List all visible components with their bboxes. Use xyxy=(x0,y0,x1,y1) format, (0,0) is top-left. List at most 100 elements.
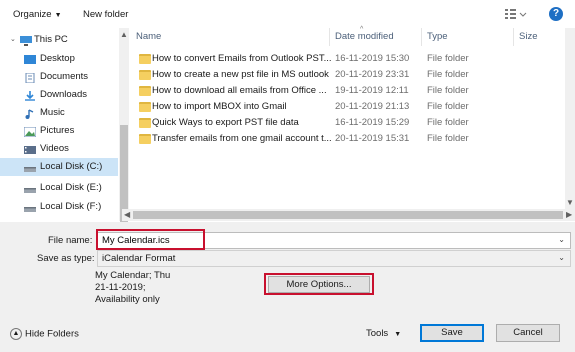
save-as-type-select[interactable]: iCalendar Format ⌄ xyxy=(97,250,571,267)
nav-item-pictures[interactable]: Pictures xyxy=(0,122,118,140)
file-row[interactable]: How to convert Emails from Outlook PST..… xyxy=(131,51,563,67)
chevron-down-icon: ▼ xyxy=(54,12,62,19)
help-icon[interactable]: ? xyxy=(549,7,563,21)
scroll-right-icon[interactable]: ▶ xyxy=(566,210,572,219)
nav-item-local-disk-e[interactable]: Local Disk (E:) xyxy=(0,179,118,197)
chevron-down-icon[interactable]: ⌄ xyxy=(558,235,565,244)
scroll-left-icon[interactable]: ◀ xyxy=(124,210,130,219)
save-as-type-value: iCalendar Format xyxy=(102,253,176,264)
organize-button[interactable]: Organize ▼ xyxy=(13,9,62,20)
chevron-down-icon: ▼ xyxy=(394,331,402,338)
highlight-box xyxy=(96,229,205,250)
file-date: 20-11-2019 23:31 xyxy=(335,69,410,80)
file-row[interactable]: How to download all emails from Office .… xyxy=(131,83,563,99)
nav-item-label: Local Disk (F:) xyxy=(40,201,102,212)
file-name: How to convert Emails from Outlook PST..… xyxy=(152,53,332,64)
file-list-horizontal-scrollbar[interactable]: ◀ ▶ xyxy=(122,209,575,221)
new-folder-button[interactable]: New folder xyxy=(83,9,128,20)
file-row[interactable]: How to create a new pst file in MS outlo… xyxy=(131,67,563,83)
cancel-button[interactable]: Cancel xyxy=(496,324,560,342)
folder-icon xyxy=(139,70,151,80)
drive-icon xyxy=(24,202,36,212)
column-header-type[interactable]: Type xyxy=(422,28,514,46)
drive-icon xyxy=(24,162,36,172)
column-header-name[interactable]: Name xyxy=(131,28,330,46)
documents-icon xyxy=(24,72,36,84)
nav-item-desktop[interactable]: Desktop xyxy=(0,50,118,68)
folder-icon xyxy=(139,86,151,96)
nav-item-downloads[interactable]: Downloads xyxy=(0,86,118,104)
file-list: ^ Name Date modified Type Size How to co… xyxy=(131,26,575,209)
file-name: How to download all emails from Office .… xyxy=(152,85,327,96)
file-date: 16-11-2019 15:29 xyxy=(335,117,410,128)
nav-item-videos[interactable]: Videos xyxy=(0,140,118,158)
downloads-icon xyxy=(24,90,36,101)
file-type: File folder xyxy=(427,85,469,96)
tools-label: Tools xyxy=(366,328,389,339)
scroll-up-icon[interactable]: ▲ xyxy=(120,30,128,39)
nav-item-local-disk-c[interactable]: Local Disk (C:) xyxy=(0,158,118,176)
chevron-down-icon[interactable]: ⌄ xyxy=(10,31,16,49)
save-button[interactable]: Save xyxy=(420,324,484,342)
pc-icon xyxy=(20,35,32,46)
file-row[interactable]: How to import MBOX into Gmail 20-11-2019… xyxy=(131,99,563,115)
column-header-date-modified[interactable]: Date modified xyxy=(330,28,422,46)
nav-item-label: Local Disk (C:) xyxy=(40,161,103,172)
view-options-icon[interactable] xyxy=(505,7,527,21)
highlight-box xyxy=(264,273,374,295)
column-header-size[interactable]: Size xyxy=(514,28,564,46)
hide-folders-label: Hide Folders xyxy=(25,328,79,340)
file-name: Transfer emails from one gmail account t… xyxy=(152,133,332,144)
nav-item-label: Documents xyxy=(40,71,89,82)
nav-item-documents[interactable]: Documents xyxy=(0,68,118,86)
toolbar: Organize ▼ New folder ? xyxy=(0,0,575,28)
file-row[interactable]: Transfer emails from one gmail account t… xyxy=(131,131,563,147)
folder-icon xyxy=(139,54,151,64)
pictures-icon xyxy=(23,126,37,138)
file-date: 20-11-2019 15:31 xyxy=(335,133,410,144)
file-date: 20-11-2019 21:13 xyxy=(335,101,410,112)
horizontal-scroll-thumb[interactable] xyxy=(133,211,563,219)
nav-item-label: Local Disk (E:) xyxy=(40,182,102,193)
navigation-pane: ⌄ This PC Desktop Documents Downloads Mu… xyxy=(0,28,118,221)
file-type: File folder xyxy=(427,69,469,80)
save-as-type-label: Save as type: xyxy=(37,253,95,264)
desktop-icon xyxy=(24,54,36,64)
nav-item-label: Desktop xyxy=(40,53,75,64)
tools-button[interactable]: Tools ▼ xyxy=(366,328,401,339)
nav-item-local-disk-f[interactable]: Local Disk (F:) xyxy=(0,198,118,216)
file-type: File folder xyxy=(427,117,469,128)
nav-item-label: Music xyxy=(40,107,65,118)
chevron-down-icon[interactable]: ⌄ xyxy=(558,253,565,262)
nav-item-label: This PC xyxy=(34,34,68,45)
folder-icon xyxy=(139,102,151,112)
nav-item-music[interactable]: Music xyxy=(0,104,118,122)
drive-icon xyxy=(24,183,36,193)
file-date: 16-11-2019 15:30 xyxy=(335,53,410,64)
scroll-down-icon[interactable]: ▼ xyxy=(566,198,574,207)
organize-label: Organize xyxy=(13,9,52,20)
file-type: File folder xyxy=(427,101,469,112)
file-date: 19-11-2019 12:11 xyxy=(335,85,409,96)
file-type: File folder xyxy=(427,133,469,144)
nav-item-this-pc[interactable]: ⌄ This PC xyxy=(0,31,118,49)
save-options-panel: File name: My Calendar.ics ⌄ Save as typ… xyxy=(0,222,575,352)
file-name-label: File name: xyxy=(48,235,93,246)
file-row[interactable]: Quick Ways to export PST file data 16-11… xyxy=(131,115,563,131)
nav-item-label: Pictures xyxy=(40,125,75,136)
hide-folders-button[interactable]: ▲ Hide Folders xyxy=(10,328,79,340)
folder-icon xyxy=(139,134,151,144)
file-name: Quick Ways to export PST file data xyxy=(152,117,299,128)
item-description: My Calendar; Thu 21-11-2019; Availabilit… xyxy=(95,270,171,305)
chevron-up-icon: ▲ xyxy=(10,328,22,340)
videos-icon xyxy=(24,144,36,154)
nav-item-label: Downloads xyxy=(40,89,87,100)
file-name: How to import MBOX into Gmail xyxy=(152,101,287,112)
file-name: How to create a new pst file in MS outlo… xyxy=(152,69,329,80)
file-list-vertical-scrollbar[interactable]: ▼ xyxy=(565,28,575,209)
nav-item-label: Videos xyxy=(40,143,69,154)
file-type: File folder xyxy=(427,53,469,64)
music-icon xyxy=(24,108,36,119)
nav-scrollbar[interactable]: ▲ xyxy=(119,28,129,225)
folder-icon xyxy=(139,118,151,128)
